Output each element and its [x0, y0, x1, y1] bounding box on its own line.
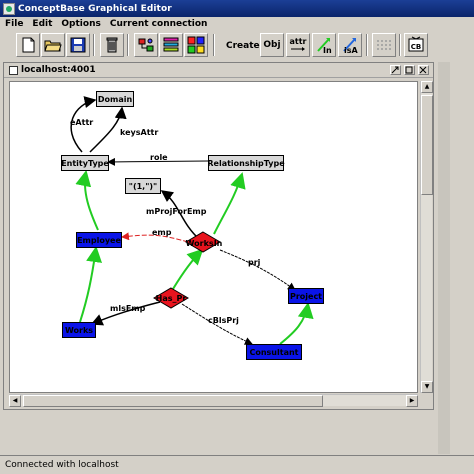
edge-employee-in — [75, 170, 99, 231]
create-instance-button[interactable]: In — [312, 33, 336, 57]
connection-icon — [138, 38, 154, 52]
node-tuple[interactable]: "(1,")" — [125, 178, 161, 194]
list-icon — [163, 37, 179, 52]
canvas-horizontal-scrollbar[interactable]: ◀ ▶ — [9, 394, 418, 407]
menu-options[interactable]: Options — [61, 19, 100, 29]
attr-label: attr — [290, 37, 307, 46]
label-cblspri: cBlsPrj — [208, 316, 239, 325]
floppy-save-icon — [70, 37, 86, 53]
node-has-pr[interactable]: Has_Pr — [154, 292, 188, 304]
node-works[interactable]: Works — [62, 322, 96, 338]
app-icon — [3, 2, 15, 15]
scroll-left-button[interactable]: ◀ — [9, 395, 21, 407]
node-works-in[interactable]: WorksIn — [184, 237, 224, 249]
frame-icon — [9, 65, 18, 75]
frame-restore-button[interactable] — [390, 65, 401, 75]
label-mprojfor: mProjForEmp — [146, 207, 207, 216]
layout-button[interactable] — [184, 33, 208, 57]
menu-file[interactable]: File — [5, 19, 23, 29]
label-prj: prj — [248, 258, 261, 267]
delete-button[interactable] — [100, 33, 124, 57]
save-button[interactable] — [66, 33, 90, 57]
create-label: Create — [226, 41, 260, 51]
cb-label: CB — [411, 43, 421, 51]
label-mlsemp: mlsEmp — [110, 304, 146, 313]
scroll-up-button[interactable]: ▲ — [421, 81, 433, 93]
horizontal-scroll-thumb[interactable] — [23, 395, 323, 407]
title-bar: ConceptBase Graphical Editor — [0, 0, 474, 17]
label-emp: emp — [152, 228, 172, 237]
new-document-icon — [22, 37, 35, 53]
window-title: ConceptBase Graphical Editor — [18, 3, 172, 14]
new-button[interactable] — [16, 33, 40, 57]
isa-label: isA — [344, 46, 359, 55]
menu-edit[interactable]: Edit — [32, 19, 52, 29]
in-label: In — [323, 46, 332, 55]
node-employee[interactable]: Employee — [76, 232, 122, 248]
maximize-icon — [405, 66, 413, 74]
label-role: role — [150, 153, 168, 162]
isa-icon: isA — [343, 38, 359, 55]
edge-works-in — [79, 246, 103, 323]
object-icon: Obj — [263, 40, 281, 50]
create-attribute-button[interactable]: attr — [286, 33, 310, 57]
graph-frame: localhost:4001 Domain EntityType Relatio… — [3, 62, 434, 410]
label-keyattr: keysAttr — [120, 128, 159, 137]
grid-layout-icon — [187, 36, 205, 54]
toolbar-separator — [213, 34, 215, 56]
node-consultant[interactable]: Consultant — [246, 344, 302, 360]
node-relationship-type[interactable]: RelationshipType — [207, 155, 285, 171]
split-icon — [377, 40, 391, 50]
disabled-tool-button[interactable] — [372, 33, 396, 57]
graph-frame-title-bar: localhost:4001 — [4, 63, 433, 78]
status-text: Connected with localhost — [5, 460, 119, 470]
toolbar-separator — [93, 34, 95, 56]
edge-prj — [219, 249, 296, 291]
canvas-vertical-scrollbar[interactable]: ▲ ▼ — [420, 81, 433, 393]
label-eattr: eAttr — [70, 118, 94, 127]
node-entity-type[interactable]: EntityType — [61, 155, 109, 171]
scroll-down-button[interactable]: ▼ — [421, 381, 433, 393]
create-object-button[interactable]: Obj — [260, 33, 284, 57]
node-project[interactable]: Project — [288, 288, 324, 304]
vertical-scroll-thumb[interactable] — [421, 95, 433, 195]
status-bar: Connected with localhost — [0, 455, 474, 474]
scroll-right-button[interactable]: ▶ — [406, 395, 418, 407]
edge-keyattr — [89, 106, 127, 153]
toolbar: Create Obj attr In isA CB — [0, 31, 474, 61]
cb-server-icon: CB — [408, 36, 424, 52]
toolbar-separator — [366, 34, 368, 56]
menu-current-connection[interactable]: Current connection — [110, 19, 208, 29]
attribute-icon: attr — [290, 37, 307, 51]
desktop-scrollbar[interactable] — [438, 62, 450, 454]
toolbar-separator — [127, 34, 129, 56]
graph-canvas[interactable]: Domain EntityType RelationshipType "(1,"… — [9, 81, 418, 393]
instance-of-icon: In — [317, 38, 332, 55]
trash-icon — [106, 37, 118, 53]
display-queries-button[interactable] — [159, 33, 183, 57]
toolbar-separator — [399, 34, 401, 56]
node-domain[interactable]: Domain — [96, 91, 134, 107]
restore-icon — [391, 66, 399, 74]
edge-haspr-in — [169, 248, 204, 295]
frame-close-button[interactable] — [418, 65, 429, 75]
cb-server-button[interactable]: CB — [404, 33, 428, 57]
open-button[interactable] — [41, 33, 65, 57]
edge-consultant-in — [279, 302, 314, 345]
close-icon — [419, 66, 427, 74]
frame-title: localhost:4001 — [21, 65, 96, 75]
connect-button[interactable] — [134, 33, 158, 57]
menu-bar: File Edit Options Current connection — [0, 17, 474, 31]
frame-maximize-button[interactable] — [404, 65, 415, 75]
edge-worksin-in — [213, 172, 246, 235]
create-isa-button[interactable]: isA — [338, 33, 362, 57]
folder-open-icon — [44, 40, 62, 52]
